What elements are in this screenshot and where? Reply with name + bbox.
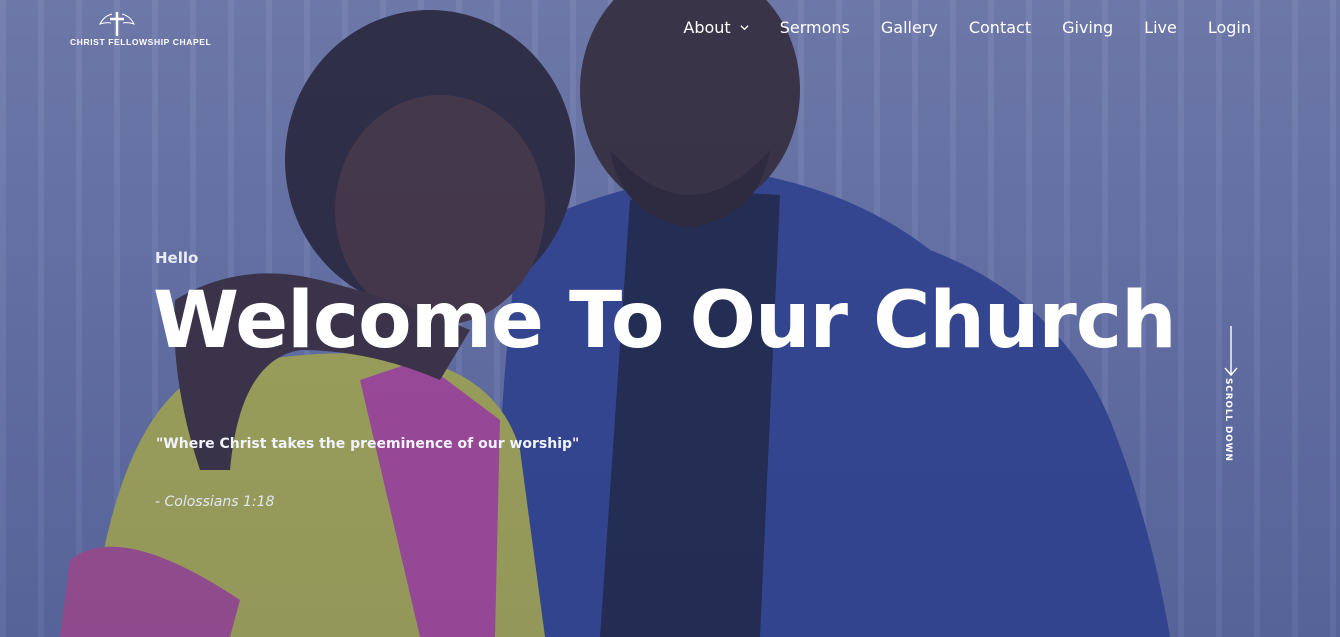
hero-quote: "Where Christ takes the preeminence of o… (156, 436, 580, 452)
nav-item-about[interactable]: About (683, 18, 749, 37)
hero-reference: - Colossians 1:18 (155, 494, 275, 510)
nav-item-sermons[interactable]: Sermons (780, 18, 850, 37)
nav-item-giving[interactable]: Giving (1062, 18, 1113, 37)
scroll-down-link[interactable]: SCROLL DOWN (1219, 326, 1243, 462)
cross-wings-icon (99, 12, 135, 36)
site-header: CHRIST FELLOWSHIP CHAPEL About Sermons G… (0, 0, 1340, 60)
chevron-down-icon (740, 25, 749, 31)
hero-eyebrow: Hello (155, 249, 199, 267)
logo-text: CHRIST FELLOWSHIP CHAPEL (70, 37, 212, 47)
arrow-down-icon (1224, 326, 1238, 377)
nav-item-gallery[interactable]: Gallery (881, 18, 938, 37)
main-nav: About Sermons Gallery Contact Giving Liv… (683, 18, 1251, 37)
nav-item-label: About (683, 18, 731, 37)
hero-headline: Welcome To Our Church (153, 276, 1177, 366)
nav-item-contact[interactable]: Contact (969, 18, 1031, 37)
site-logo[interactable]: CHRIST FELLOWSHIP CHAPEL (70, 10, 211, 50)
nav-item-login[interactable]: Login (1208, 18, 1251, 37)
nav-item-live[interactable]: Live (1144, 18, 1177, 37)
scroll-down-label: SCROLL DOWN (1223, 378, 1233, 462)
